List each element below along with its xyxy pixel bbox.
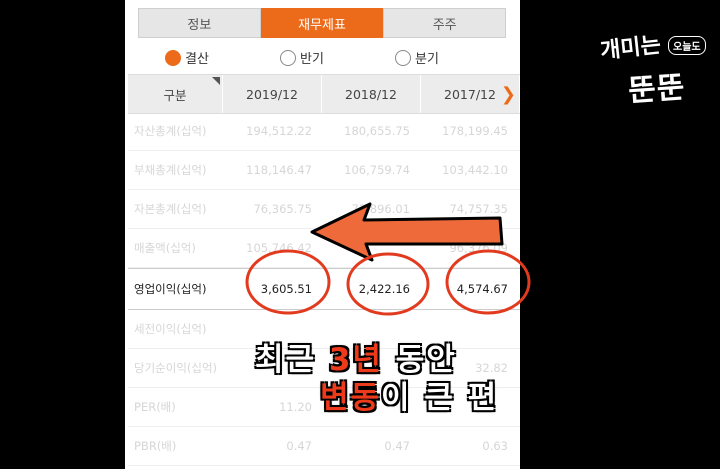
- caption-text: 이 큰 편: [381, 380, 499, 416]
- logo-text: 뚠뚠: [627, 70, 687, 109]
- caption-text: 최근: [255, 342, 329, 378]
- channel-logo: 개미는 오늘도 뚠뚠: [598, 30, 710, 110]
- highlight-circle: [245, 249, 331, 315]
- highlight-circle: [346, 252, 430, 316]
- caption-line-2: 변동이 큰 편: [320, 372, 498, 417]
- highlight-circle: [445, 249, 531, 315]
- logo-text: 개미는: [599, 32, 663, 65]
- logo-badge: 오늘도: [668, 36, 706, 55]
- caption-accent-text: 변동: [320, 380, 382, 416]
